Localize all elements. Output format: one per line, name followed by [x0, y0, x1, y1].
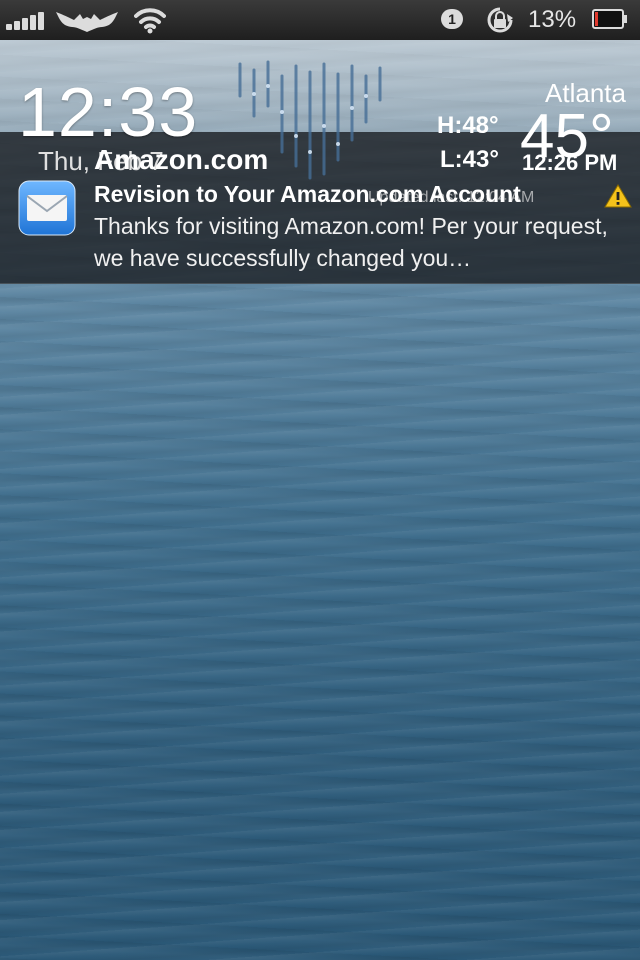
weather-high: H:48°	[437, 112, 499, 139]
rotation-lock-icon	[487, 7, 513, 33]
weather-updated-time: 12:26 PM	[522, 150, 618, 175]
status-bar: 1 13%	[0, 0, 640, 40]
battery-icon	[592, 9, 627, 29]
mail-icon[interactable]	[18, 180, 76, 236]
notification-body[interactable]: Thanks for visiting Amazon.com! Per your…	[94, 210, 634, 274]
lock-clock-time: 12:33	[18, 73, 199, 151]
weather-low: L:43°	[440, 146, 499, 173]
wifi-icon	[134, 8, 166, 34]
warning-icon	[604, 184, 632, 208]
batman-logo-icon	[56, 12, 118, 32]
battery-percent: 13%	[528, 6, 577, 33]
notification-badge: 1	[441, 9, 463, 29]
notification-app-name: Amazon.com	[94, 144, 269, 175]
signal-bars-icon	[6, 10, 48, 30]
notification-title[interactable]: Revision to Your Amazon.com Account	[94, 180, 521, 208]
